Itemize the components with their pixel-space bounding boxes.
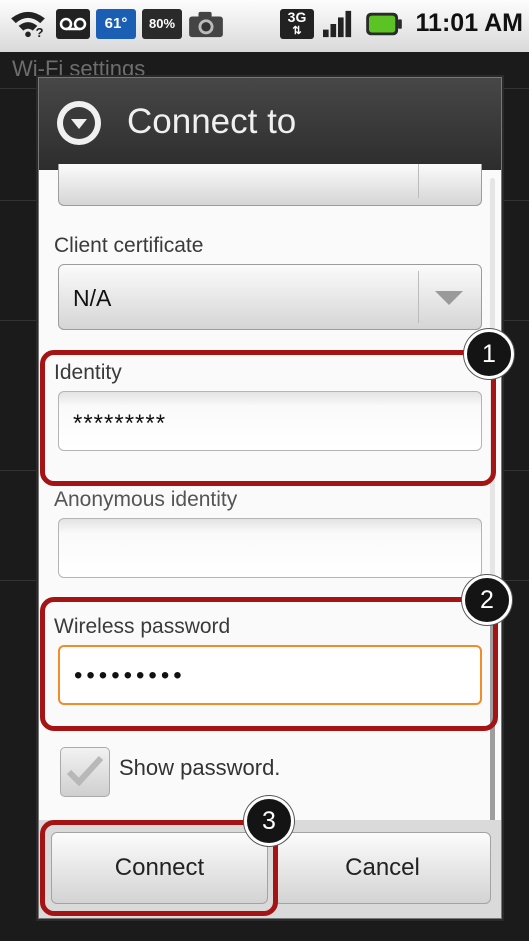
connect-callout [40, 820, 278, 916]
callout-badge-2: 2 [462, 575, 512, 625]
anonymous-identity-label: Anonymous identity [54, 488, 238, 511]
chevron-down-icon [57, 101, 101, 145]
status-time: 11:01 AM [415, 9, 523, 37]
temperature-icon: 61° [96, 9, 136, 39]
connect-dialog: Connect to Client certificate N/A Identi… [38, 77, 502, 919]
client-certificate-spinner[interactable]: N/A [58, 264, 482, 330]
checkmark-icon [66, 755, 104, 787]
battery-percent-icon: 80% [142, 9, 182, 39]
scrollbar[interactable] [490, 178, 495, 838]
client-certificate-label: Client certificate [54, 234, 204, 257]
show-password-checkbox[interactable] [60, 747, 110, 797]
status-bar: ? 61° 80% 3G ⇅ 11:01 AM [0, 0, 529, 53]
spinner-divider [418, 271, 419, 323]
3g-icon: 3G ⇅ [280, 9, 314, 39]
battery-percent-text: 80% [148, 16, 176, 31]
temperature-text: 61° [104, 15, 128, 32]
client-certificate-value: N/A [73, 285, 112, 311]
dialog-header: Connect to [39, 78, 501, 170]
camera-icon [189, 11, 223, 38]
identity-callout [40, 350, 496, 486]
callout-badge-1: 1 [464, 329, 514, 379]
wifi-question-icon: ? [11, 11, 45, 39]
voicemail-icon [56, 9, 90, 39]
show-password-label: Show password. [119, 755, 281, 780]
spinner-divider [418, 164, 419, 198]
dialog-title: Connect to [127, 102, 297, 141]
dropdown-arrow-icon [435, 291, 463, 305]
signal-icon [323, 10, 352, 38]
previous-spinner[interactable] [58, 164, 482, 206]
network-text: 3G [287, 9, 307, 25]
svg-text:?: ? [36, 25, 44, 39]
anonymous-identity-field[interactable] [58, 518, 482, 578]
callout-badge-3: 3 [244, 796, 294, 846]
battery-icon [366, 12, 402, 36]
password-callout [40, 597, 498, 731]
cancel-button[interactable]: Cancel [274, 832, 491, 904]
